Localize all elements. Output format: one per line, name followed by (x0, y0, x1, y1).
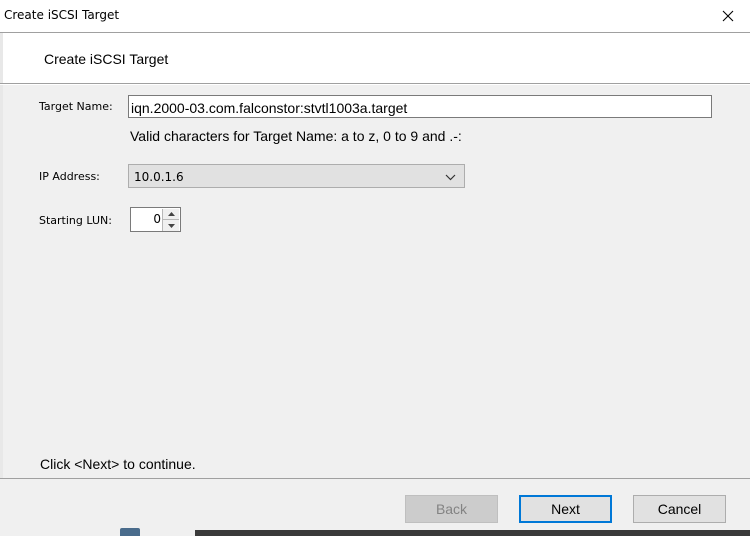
spin-down-button[interactable] (162, 220, 179, 231)
cancel-button[interactable]: Cancel (633, 495, 726, 523)
starting-lun-label: Starting LUN: (39, 214, 112, 227)
chevron-down-icon (445, 174, 456, 181)
wizard-header-title: Create iSCSI Target (44, 51, 169, 67)
target-name-hint: Valid characters for Target Name: a to z… (130, 128, 462, 144)
starting-lun-value[interactable]: 0 (133, 212, 161, 226)
target-name-label: Target Name: (39, 100, 113, 113)
taskbar-strip (195, 530, 750, 536)
next-button[interactable]: Next (519, 495, 612, 523)
close-button[interactable] (706, 0, 750, 32)
title-bar: Create iSCSI Target (0, 0, 750, 32)
target-name-input[interactable] (128, 95, 712, 118)
form-panel: Target Name: Valid characters for Target… (0, 85, 750, 478)
ip-address-value: 10.0.1.6 (134, 170, 184, 184)
continue-instruction: Click <Next> to continue. (40, 456, 196, 472)
arrow-down-icon (167, 223, 175, 228)
starting-lun-spinner[interactable]: 0 (130, 207, 181, 232)
window-title: Create iSCSI Target (4, 8, 120, 22)
ip-address-label: IP Address: (39, 170, 100, 183)
taskbar-app-icon (120, 528, 140, 536)
ip-address-select[interactable]: 10.0.1.6 (128, 164, 465, 188)
button-bar: Back Next Cancel (0, 478, 750, 536)
arrow-up-icon (167, 212, 175, 216)
spin-up-button[interactable] (162, 209, 179, 220)
close-icon (722, 10, 734, 22)
wizard-header: Create iSCSI Target (0, 32, 750, 84)
back-button[interactable]: Back (405, 495, 498, 523)
